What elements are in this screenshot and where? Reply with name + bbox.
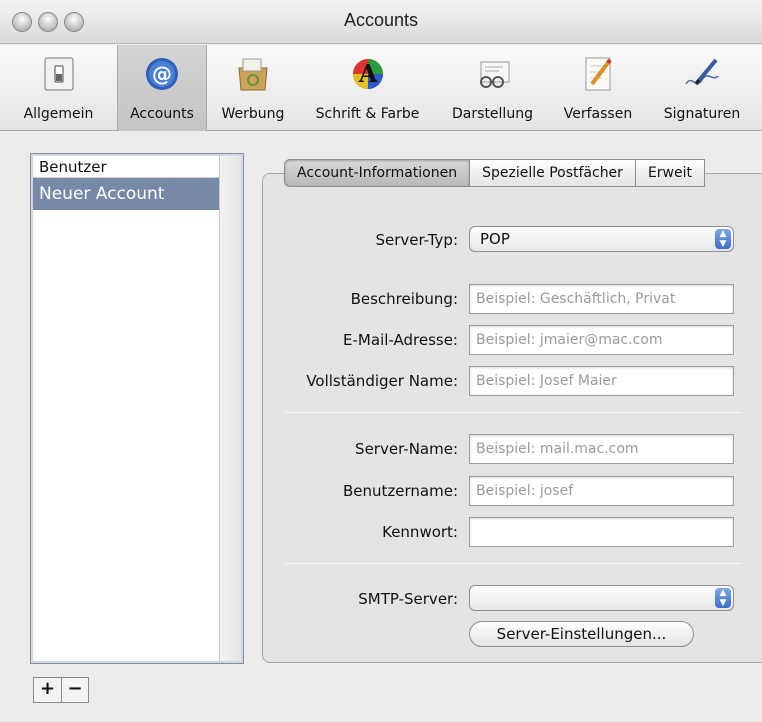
email-field[interactable]: Beispiel: jmaier@mac.com [469,325,734,355]
smtp-server-label: SMTP-Server: [358,590,458,608]
svg-text:A: A [357,59,377,88]
toolbar-item-accounts[interactable]: @ Accounts [117,45,207,131]
server-settings-button[interactable]: Server-Einstellungen... [469,621,694,647]
toolbar-item-werbung[interactable]: Werbung [207,45,299,131]
title-bar: Accounts [0,0,762,44]
server-type-label: Server-Typ: [375,231,458,249]
tab-erweitert[interactable]: Erweit [635,159,705,187]
preferences-toolbar: Allgemein @ Accounts Werbung A Schrift &… [0,45,762,131]
preferences-window: Accounts Allgemein @ Accounts Werbung A … [0,0,762,722]
server-type-value: POP [480,230,510,248]
password-label: Kennwort: [382,523,458,541]
server-name-label: Server-Name: [355,440,458,458]
junk-mail-icon [238,58,268,91]
at-sign-icon: @ [146,58,178,90]
toolbar-label: Accounts [130,106,194,122]
toolbar-item-allgemein[interactable]: Allgemein [0,45,117,131]
description-label: Beschreibung: [350,290,458,308]
list-scrollbar[interactable] [219,156,241,661]
add-remove-control: + − [33,677,89,703]
separator [285,412,740,413]
chevron-up-down-icon: ▲ ▼ [715,229,731,249]
separator [285,563,740,564]
server-type-popup[interactable]: POP ▲ ▼ [469,226,734,252]
chevron-up-down-icon: ▲ ▼ [715,588,731,608]
signature-pen-icon [685,58,719,86]
username-field[interactable]: Beispiel: josef [469,476,734,506]
username-label: Benutzername: [342,482,458,500]
full-name-label: Vollständiger Name: [306,372,458,390]
list-header: Benutzer [33,156,219,178]
tab-bar: Account-Informationen Spezielle Postfäch… [284,159,705,187]
pencil-paper-icon [585,57,612,91]
glasses-icon [479,61,509,88]
add-account-button[interactable]: + [34,678,61,702]
remove-account-button[interactable]: − [61,678,88,702]
tab-account-informationen[interactable]: Account-Informationen [284,159,471,187]
password-field[interactable] [469,517,734,547]
toolbar-label: Darstellung [452,106,533,122]
email-label: E-Mail-Adresse: [343,331,458,349]
smtp-server-popup[interactable]: ▲ ▼ [469,585,734,611]
switch-icon [44,57,73,91]
tab-spezielle-postfaecher[interactable]: Spezielle Postfächer [470,159,636,187]
accounts-list[interactable]: Benutzer Neuer Account [30,153,244,664]
font-color-icon: A [352,59,383,89]
toolbar-label: Allgemein [23,106,94,122]
toolbar-label: Verfassen [563,106,633,122]
server-name-field[interactable]: Beispiel: mail.mac.com [469,434,734,464]
list-item-neuer-account[interactable]: Neuer Account [33,178,219,210]
toolbar-item-darstellung[interactable]: Darstellung [436,45,549,131]
full-name-field[interactable]: Beispiel: Josef Maier [469,366,734,396]
toolbar-item-signaturen[interactable]: Signaturen [647,45,757,131]
svg-text:@: @ [152,62,172,86]
toolbar-label: Werbung [221,106,285,122]
window-title: Accounts [343,10,419,30]
toolbar-item-verfassen[interactable]: Verfassen [549,45,647,131]
description-field[interactable]: Beispiel: Geschäftlich, Privat [469,284,734,314]
toolbar-label: Schrift & Farbe [315,106,420,122]
toolbar-item-schrift-farbe[interactable]: A Schrift & Farbe [299,45,436,131]
toolbar-label: Signaturen [663,106,741,122]
